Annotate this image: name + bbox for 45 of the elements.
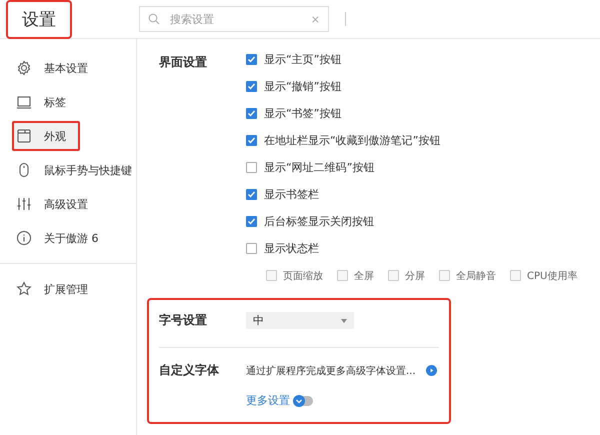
sidebar-item[interactable]: 高级设置 <box>0 187 136 221</box>
sidebar-item[interactable]: 关于傲游 6 <box>0 221 136 255</box>
checkbox-label: 显示书签栏 <box>264 187 319 202</box>
checkbox[interactable] <box>246 81 257 92</box>
checkbox-label: 显示“书签”按钮 <box>264 106 342 121</box>
checkbox-label: 全屏 <box>354 270 374 282</box>
checkbox-label: CPU使用率 <box>527 270 578 282</box>
checkbox-label: 在地址栏显示“收藏到傲游笔记”按钮 <box>264 133 440 148</box>
info-icon <box>16 230 32 246</box>
checkbox[interactable] <box>246 108 257 119</box>
gear-icon <box>16 60 32 76</box>
star-icon <box>16 281 32 297</box>
sidebar-item[interactable]: 标签 <box>0 85 136 119</box>
search-icon <box>148 13 160 25</box>
section-label: 字号设置 <box>159 312 208 329</box>
window-icon <box>16 128 32 144</box>
sidebar-item[interactable]: 基本设置 <box>0 51 136 85</box>
sidebar-item[interactable]: 外观 <box>12 121 80 151</box>
checkbox[interactable] <box>246 243 257 254</box>
sliders-icon <box>16 196 32 212</box>
section-label: 界面设置 <box>159 54 208 71</box>
checkbox-label: 全局静音 <box>456 270 496 282</box>
checkbox-label: 显示状态栏 <box>264 241 319 256</box>
square-icon <box>16 94 32 110</box>
checkbox[interactable] <box>246 162 257 173</box>
checkbox-label: 后台标签显示关闭按钮 <box>264 214 374 229</box>
checkbox-label: 显示“网址二维码”按钮 <box>264 160 374 175</box>
window-title: 设置 <box>8 2 70 36</box>
checkbox[interactable] <box>246 189 257 200</box>
sidebar-item[interactable]: 扩展管理 <box>0 272 136 306</box>
checkbox-label: 显示“主页”按钮 <box>264 52 342 67</box>
caret-icon <box>341 318 347 322</box>
more-settings-link[interactable]: 更多设置 <box>246 393 290 408</box>
play-icon[interactable] <box>426 365 437 376</box>
font-size-dropdown[interactable]: 中 <box>246 312 354 329</box>
checkbox[interactable] <box>246 135 257 146</box>
description-text: 通过扩展程序完成更多高级字体设置... <box>246 364 416 378</box>
checkbox-label: 显示“撤销”按钮 <box>264 79 342 94</box>
checkbox-label: 页面缩放 <box>283 270 323 282</box>
section-label: 自定义字体 <box>159 362 220 379</box>
sidebar-item[interactable]: 鼠标手势与快捷键 <box>0 153 136 187</box>
expand-toggle[interactable] <box>294 396 313 406</box>
checkbox[interactable] <box>246 54 257 65</box>
checkbox-label: 分屏 <box>405 270 425 282</box>
checkbox[interactable] <box>246 216 257 227</box>
